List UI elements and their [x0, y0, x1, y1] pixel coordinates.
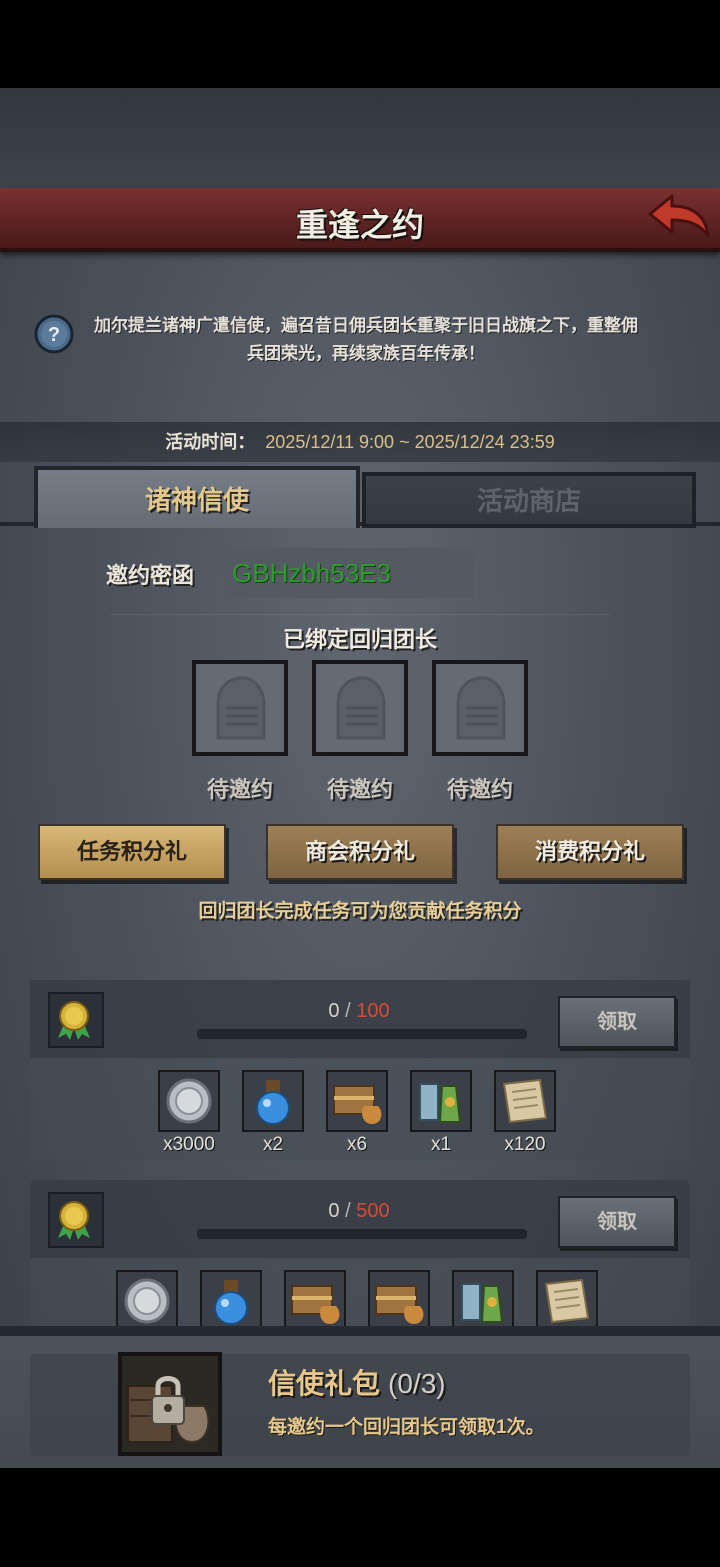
reward-tier-header: 0 / 500 领取	[30, 1180, 690, 1258]
invite-label: 邀约密函	[106, 563, 195, 588]
elixir-bottles-icon[interactable]	[410, 1070, 472, 1132]
back-arrow-icon[interactable]	[646, 192, 712, 242]
treasure-chest-icon[interactable]	[284, 1270, 346, 1326]
treasure-chest-icon[interactable]	[368, 1270, 430, 1326]
item-count: x3000	[163, 1134, 215, 1155]
pack-title: 信使礼包 (0/3)	[268, 1362, 446, 1402]
knight-helmet-icon	[216, 676, 266, 740]
slot-label: 待邀约	[446, 777, 513, 802]
guild-points-gift-button[interactable]: 商会积分礼	[266, 824, 454, 880]
tab-shop[interactable]: 活动商店	[362, 472, 696, 528]
invite-code-field[interactable]: GBHzbh53E3	[224, 548, 474, 598]
scroll-icon[interactable]	[536, 1270, 598, 1326]
event-description: ? 加尔提兰诸神广遣信使，遍召昔日佣兵团长重聚于旧日战旗之下，重整佣兵团荣光，再…	[0, 258, 720, 422]
claim-button[interactable]: 领取	[558, 996, 676, 1048]
invite-row: 邀约密函 GBHzbh53E3	[0, 548, 720, 600]
tab-bar: 诸神信使 活动商店	[0, 466, 720, 528]
treasure-chest-icon[interactable]	[326, 1070, 388, 1132]
slot-label: 待邀约	[326, 777, 393, 802]
panel-divider	[0, 1326, 720, 1336]
medal-icon	[48, 1192, 104, 1248]
pack-count: (0/3)	[388, 1368, 446, 1399]
spend-points-gift-button[interactable]: 消费积分礼	[496, 824, 684, 880]
locked-pack-icon[interactable]	[118, 1352, 222, 1456]
description-text: 加尔提兰诸神广遣信使，遍召昔日佣兵团长重聚于旧日战旗之下，重整佣兵团荣光，再续家…	[94, 316, 638, 363]
medal-icon	[48, 992, 104, 1048]
messenger-pack-panel: 信使礼包 (0/3) 每邀约一个回归团长可领取1次。	[0, 1336, 720, 1468]
blue-potion-icon[interactable]	[200, 1270, 262, 1326]
event-screen: 重逢之约 ? 加尔提兰诸神广遣信使，遍召昔日佣兵团长重聚于旧日战旗之下，重整佣兵…	[0, 88, 720, 1468]
claim-button[interactable]: 领取	[558, 1196, 676, 1248]
item-count: x6	[346, 1134, 368, 1155]
bound-leaders-title: 已绑定回归团长	[282, 627, 437, 652]
leader-slot[interactable]	[192, 660, 288, 756]
slot-label: 待邀约	[206, 777, 273, 802]
knight-helmet-icon	[336, 676, 386, 740]
time-value: 2025/12/11 9:00 ~ 2025/12/24 23:59	[265, 432, 555, 452]
leader-slot[interactable]	[432, 660, 528, 756]
hint-text: 回归团长完成任务可为您贡献任务积分	[198, 901, 522, 922]
scroll-icon[interactable]	[494, 1070, 556, 1132]
reward-tier-header: 0 / 100 领取	[30, 980, 690, 1058]
knight-helmet-icon	[456, 676, 506, 740]
progress-text: 0 / 100	[328, 1000, 390, 1022]
progress-bar	[196, 1228, 528, 1240]
item-count: x120	[504, 1134, 546, 1155]
tab-messenger[interactable]: 诸神信使	[34, 466, 360, 528]
top-header-area	[0, 88, 720, 188]
silver-coin-icon[interactable]	[158, 1070, 220, 1132]
progress-bar	[196, 1028, 528, 1040]
activity-time-bar: 活动时间： 2025/12/11 9:00 ~ 2025/12/24 23:59	[0, 422, 720, 462]
pack-description: 每邀约一个回归团长可领取1次。	[268, 1417, 545, 1438]
reward-tier-card: 0 / 500 领取	[30, 1180, 690, 1326]
help-icon[interactable]: ?	[34, 314, 74, 354]
silver-coin-icon[interactable]	[116, 1270, 178, 1326]
item-count: x2	[262, 1134, 284, 1155]
blue-potion-icon[interactable]	[242, 1070, 304, 1132]
progress-text: 0 / 500	[328, 1200, 390, 1222]
leader-slot[interactable]	[312, 660, 408, 756]
time-label: 活动时间：	[165, 432, 256, 452]
reward-tier-card: 0 / 100 领取 x3000 x2 x6 x1 x120	[30, 980, 690, 1160]
elixir-bottles-icon[interactable]	[452, 1270, 514, 1326]
divider	[110, 614, 610, 615]
svg-text:?: ?	[48, 324, 60, 346]
task-points-gift-button[interactable]: 任务积分礼	[38, 824, 226, 880]
item-count: x1	[430, 1134, 452, 1155]
page-title: 重逢之约	[295, 207, 424, 243]
pack-title-text: 信使礼包	[268, 1368, 381, 1399]
title-bar: 重逢之约	[0, 188, 720, 252]
